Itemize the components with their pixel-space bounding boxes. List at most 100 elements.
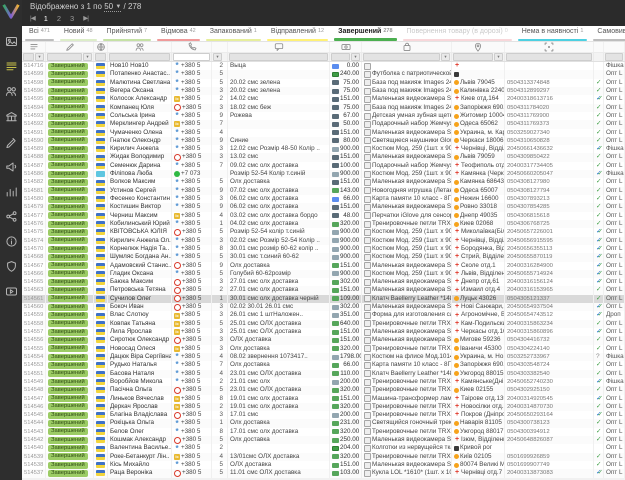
phone-cell[interactable]: *+380 5 bbox=[172, 378, 212, 386]
delivery-city-cell[interactable]: + bbox=[452, 62, 505, 70]
order-id-cell[interactable]: 514565 bbox=[22, 278, 46, 286]
table-row[interactable]: 514561ЗавершенийСучилов Олег+380 5130.01… bbox=[22, 295, 625, 303]
check-cell[interactable]: ✓ bbox=[594, 361, 604, 369]
country-cell[interactable] bbox=[94, 469, 108, 477]
comment-cell[interactable]: Голубий 60-62розмір bbox=[228, 270, 330, 278]
tab-Всі[interactable]: Всі471 bbox=[22, 26, 57, 42]
tracking-number-cell[interactable]: 0504304416732 bbox=[505, 336, 594, 344]
status-cell[interactable]: Завершений bbox=[46, 419, 94, 427]
phone-cell[interactable]: lc+380 5 bbox=[172, 120, 212, 128]
product-cell[interactable]: Светящийся гоночный трек Ma.. bbox=[362, 419, 452, 427]
product-cell[interactable]: Тренировочные петли TRX Train.. bbox=[362, 345, 452, 353]
product-cell[interactable]: Кукла LOL *1610* (1шт. x 103.00.. bbox=[362, 469, 452, 477]
comment-cell[interactable]: 23.01 смс ОЛХ доставка bbox=[228, 370, 330, 378]
country-cell[interactable] bbox=[94, 195, 108, 203]
product-cell[interactable]: Маленькая видеокамера SQ8 *.. bbox=[362, 129, 452, 137]
tracking-number-cell[interactable]: 0504300738123 bbox=[505, 419, 594, 427]
delivery-city-cell[interactable]: Нежин 16600 bbox=[452, 195, 505, 203]
comment-cell[interactable]: 30.01 смс т.синий 60-62 bbox=[228, 253, 330, 261]
status-cell[interactable]: Завершений bbox=[46, 295, 94, 303]
delivery-city-cell[interactable]: Запоріжжя 690.. bbox=[452, 361, 505, 369]
check-cell[interactable]: ✓ bbox=[594, 195, 604, 203]
filter-dropdown-button[interactable]: ▾ bbox=[35, 53, 44, 61]
country-cell[interactable] bbox=[94, 270, 108, 278]
calls-count-cell[interactable]: 9 bbox=[212, 112, 228, 120]
order-id-cell[interactable]: 514566 bbox=[22, 270, 46, 278]
status-cell[interactable]: Завершений bbox=[46, 220, 94, 228]
phone-cell[interactable]: *+380 5 bbox=[172, 129, 212, 137]
country-cell[interactable] bbox=[94, 320, 108, 328]
check-cell[interactable]: ✓ bbox=[594, 137, 604, 145]
country-cell[interactable] bbox=[94, 286, 108, 294]
phone-cell[interactable]: +7 073 bbox=[172, 170, 212, 178]
payment-cell[interactable]: 100.00 bbox=[330, 162, 362, 170]
order-id-cell[interactable]: 514581 bbox=[22, 187, 46, 195]
comment-cell[interactable]: Олх доставка bbox=[228, 361, 330, 369]
order-id-cell[interactable]: 514553 bbox=[22, 361, 46, 369]
status-cell[interactable]: Завершений bbox=[46, 245, 94, 253]
tracking-number-cell[interactable]: 20450655870119 bbox=[505, 253, 594, 261]
phone-cell[interactable]: +380 5 bbox=[172, 295, 212, 303]
status-cell[interactable]: Завершений bbox=[46, 203, 94, 211]
calls-count-cell[interactable]: 4 bbox=[212, 370, 228, 378]
first-page-button[interactable]: |◀ bbox=[30, 13, 35, 24]
product-cell[interactable]: Маленькая видеокамера SQ8 *.. bbox=[362, 461, 452, 469]
phone-cell[interactable]: +380 5 bbox=[172, 436, 212, 444]
payment-cell[interactable]: 200.00 bbox=[330, 411, 362, 419]
country-cell[interactable] bbox=[94, 104, 108, 112]
phone-cell[interactable]: +380 5 bbox=[172, 104, 212, 112]
phone-cell[interactable]: lc+380 5 bbox=[172, 328, 212, 336]
product-cell[interactable]: База под макияж Images 24 Car.. bbox=[362, 104, 452, 112]
destination-cell[interactable]: Опт L bbox=[604, 345, 625, 353]
comment-cell[interactable] bbox=[228, 70, 330, 78]
comment-cell[interactable]: 04.02 смс олх доставка bbox=[228, 220, 330, 228]
delivery-city-cell[interactable]: Іваничи 45300 bbox=[452, 345, 505, 353]
destination-cell[interactable]: Опт L bbox=[604, 195, 625, 203]
destination-cell[interactable]: Опт L bbox=[604, 87, 625, 95]
status-cell[interactable]: Завершений bbox=[46, 303, 94, 311]
comment-cell[interactable]: 13/01смс ОЛХ доставка bbox=[228, 453, 330, 461]
country-cell[interactable] bbox=[94, 436, 108, 444]
order-id-cell[interactable]: 514556 bbox=[22, 336, 46, 344]
client-name-cell[interactable]: Рокіцька Ольга bbox=[108, 419, 172, 427]
tracking-number-cell[interactable]: 0504306815618 bbox=[505, 212, 594, 220]
check-cell[interactable]: ✓ bbox=[594, 461, 604, 469]
table-row[interactable]: 514596ЗавершенийВегера Оксана*+380 5320.… bbox=[22, 87, 625, 95]
status-cell[interactable]: Завершений bbox=[46, 237, 94, 245]
payment-cell[interactable]: 640.00 bbox=[330, 320, 362, 328]
client-name-cell[interactable]: Сольська Ірина bbox=[108, 112, 172, 120]
phone-cell[interactable]: +380 5 bbox=[172, 411, 212, 419]
phone-cell[interactable]: +380 5 bbox=[172, 386, 212, 394]
client-name-cell[interactable]: Кирилич Анжела Ол.. bbox=[108, 237, 172, 245]
status-cell[interactable]: Завершений bbox=[46, 212, 94, 220]
product-cell[interactable]: Тренировочные петли TRX Train.. bbox=[362, 428, 452, 436]
payment-cell[interactable]: 320.00 bbox=[330, 345, 362, 353]
payment-cell[interactable]: 1798.00 bbox=[330, 353, 362, 361]
destination-cell[interactable]: Опт L bbox=[604, 228, 625, 236]
calls-count-cell[interactable]: 3 bbox=[212, 311, 228, 319]
table-row[interactable]: 514595ЗавершенийКолосок Александрlc+380 … bbox=[22, 95, 625, 103]
country-cell[interactable] bbox=[94, 162, 108, 170]
calls-count-cell[interactable]: 5 bbox=[212, 461, 228, 469]
comment-cell[interactable]: 23.01 смс ОЛХ доставка bbox=[228, 386, 330, 394]
product-cell[interactable]: Маленькая видеокамера SQ8 *.. bbox=[362, 303, 452, 311]
destination-cell[interactable]: Опт L bbox=[604, 95, 625, 103]
check-cell[interactable]: ✓ bbox=[594, 178, 604, 186]
comment-cell[interactable] bbox=[228, 444, 330, 452]
comment-cell[interactable]: ОЛХ доставка bbox=[228, 461, 330, 469]
calls-count-cell[interactable]: 5 bbox=[212, 386, 228, 394]
col-phone-icon[interactable] bbox=[172, 42, 212, 52]
table-row[interactable]: 514542ЗавершенийКошмак Александр+380 55О… bbox=[22, 436, 625, 444]
payment-cell[interactable]: 48.00 bbox=[330, 212, 362, 220]
check-cell[interactable]: ✓✓ bbox=[594, 262, 604, 270]
col-client-icon[interactable] bbox=[108, 42, 172, 52]
destination-cell[interactable]: Опт L bbox=[604, 153, 625, 161]
country-cell[interactable] bbox=[94, 129, 108, 137]
payment-cell[interactable]: 151.00 bbox=[330, 395, 362, 403]
delivery-city-cell[interactable]: +Бородянка, Від.. bbox=[452, 245, 505, 253]
delivery-city-cell[interactable]: Одеса 65062 bbox=[452, 120, 505, 128]
country-cell[interactable] bbox=[94, 378, 108, 386]
client-name-cell[interactable]: Басова Наталя bbox=[108, 370, 172, 378]
table-row[interactable]: 514575ЗавершенийКВІТОВСЬКА ЮЛІЯ+380 55Ро… bbox=[22, 228, 625, 236]
comment-cell[interactable]: 19.01 смс олх доставка bbox=[228, 395, 330, 403]
